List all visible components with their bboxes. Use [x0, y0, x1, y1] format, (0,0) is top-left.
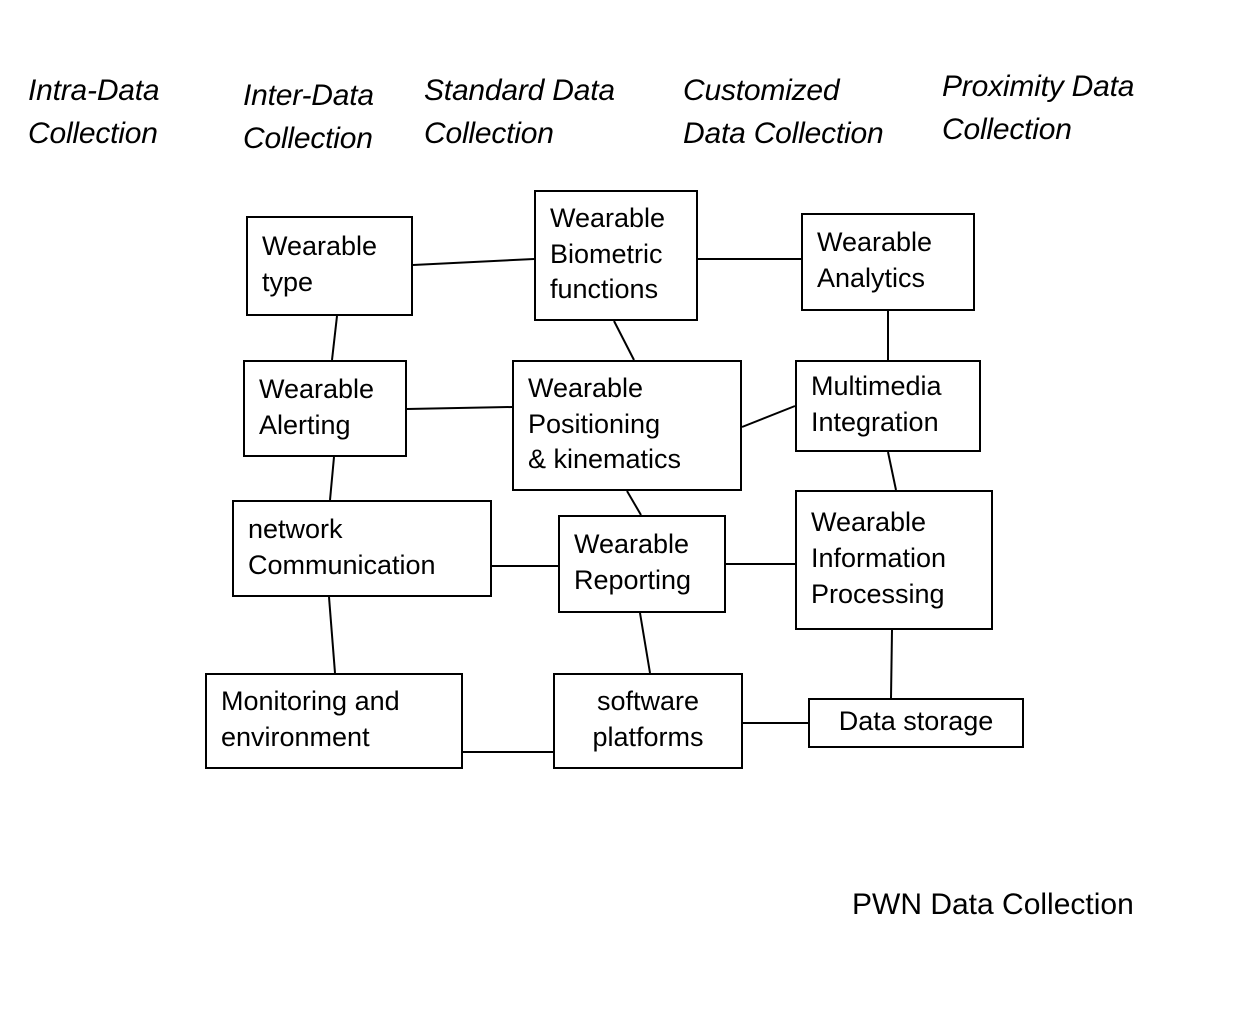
node-label-data-storage: Data storage — [838, 706, 994, 737]
column-header-proximity-data-collection: Proximity Data Collection — [942, 70, 1135, 146]
node-wearable-positioning-kinematics[interactable]: Wearable Positioning & kinematics — [512, 360, 742, 491]
node-label-monitoring-and-environment: Monitoring and environment — [221, 686, 400, 752]
node-label-wearable-reporting: Wearable Reporting — [574, 529, 692, 595]
node-data-storage[interactable]: Data storage — [808, 698, 1024, 748]
edge-wearable-positioning--wearable-reporting — [626, 490, 642, 516]
node-label-multimedia-integration: Multimedia Integration — [811, 371, 942, 437]
node-wearable-analytics[interactable]: Wearable Analytics — [801, 213, 975, 311]
edge-wearable-alerting--wearable-positioning — [406, 406, 513, 410]
column-header-intra-data-collection: Intra-Data Collection — [28, 74, 160, 150]
edge-wearable-type--wearable-biometric-functions — [412, 258, 535, 266]
edge-wearable-alerting--network-communication — [329, 456, 335, 501]
column-header-standard-data-collection: Standard Data Collection — [424, 74, 615, 150]
node-label-wearable-alerting: Wearable Alerting — [259, 373, 375, 440]
column-header-inter-data-collection: Inter-Data Collection — [243, 79, 374, 155]
connection-lines-layer — [328, 258, 897, 753]
node-network-communication[interactable]: network Communication — [232, 500, 492, 597]
node-label-wearable-analytics: Wearable Analytics — [817, 227, 933, 293]
node-wearable-type[interactable]: Wearable type — [246, 216, 413, 316]
edge-multimedia-integration--wearable-information-processing — [887, 451, 897, 491]
diagram-caption: PWN Data Collection — [852, 888, 1134, 921]
column-header-customized-data-collection: Customized Data Collection — [683, 74, 884, 150]
node-label-wearable-type: Wearable type — [262, 231, 378, 297]
node-monitoring-and-environment[interactable]: Monitoring and environment — [205, 673, 463, 769]
node-label-software-platforms: software platforms — [592, 686, 704, 752]
node-label-wearable-positioning-kinematics: Wearable Positioning & kinematics — [528, 372, 682, 475]
diagram-canvas: Intra-Data Collection Inter-Data Collecti… — [0, 0, 1240, 1016]
node-label-wearable-information-processing: Wearable Information Processing — [811, 507, 947, 609]
node-label-network-communication: network Communication — [248, 513, 436, 580]
edge-wearable-information-processing--data-storage — [890, 629, 893, 699]
node-software-platforms[interactable]: software platforms — [553, 673, 743, 769]
node-wearable-reporting[interactable]: Wearable Reporting — [558, 515, 726, 613]
edge-wearable-reporting--software-platforms — [639, 612, 651, 674]
node-wearable-alerting[interactable]: Wearable Alerting — [243, 360, 407, 457]
edge-wearable-type--wearable-alerting — [331, 315, 338, 361]
edge-wearable-positioning--multimedia-integration — [741, 405, 796, 428]
edge-network-communication--monitoring-and-environment — [328, 596, 336, 674]
node-wearable-biometric-functions[interactable]: Wearable Biometric functions — [534, 190, 698, 321]
node-multimedia-integration[interactable]: Multimedia Integration — [795, 360, 981, 452]
node-wearable-information-processing[interactable]: Wearable Information Processing — [795, 490, 993, 630]
node-label-wearable-biometric-functions: Wearable Biometric functions — [550, 202, 666, 305]
edge-wearable-biometric-functions--wearable-positioning — [613, 320, 635, 361]
